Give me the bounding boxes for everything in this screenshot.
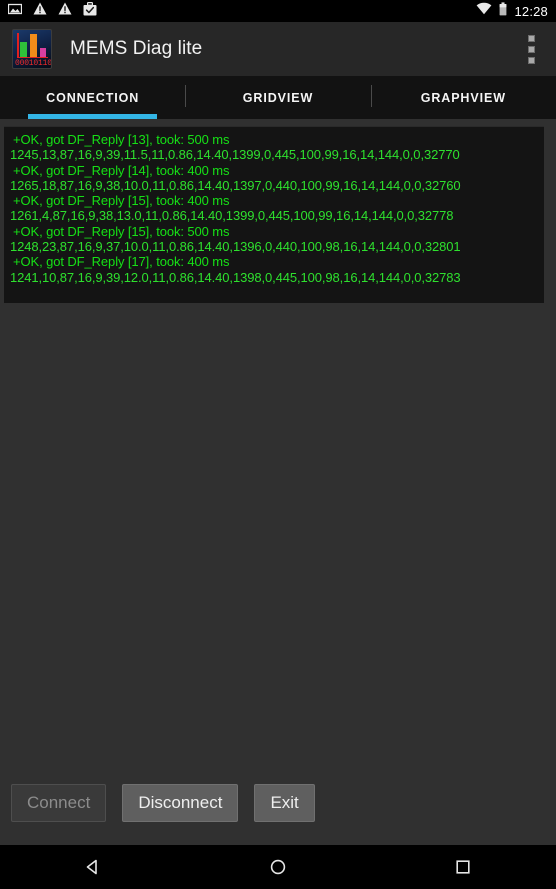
status-bar-left-icons (7, 1, 97, 21)
app-icon-bar-orange (30, 33, 37, 57)
status-bar-right-icons: 12:28 (476, 1, 548, 21)
log-line: +OK, got DF_Reply [15], took: 400 ms (13, 193, 230, 209)
overflow-dot (527, 34, 535, 42)
log-line: +OK, got DF_Reply [13], took: 500 ms (13, 132, 230, 147)
log-line: +OK, got DF_Reply [15], took: 500 ms (13, 223, 230, 239)
app-title: MEMS Diag lite (70, 38, 203, 59)
log-line: 1245,13,87,16,9,39,11.5,11,0.86,14.40,13… (10, 147, 460, 163)
log-line: +OK, got DF_Reply [17], took: 400 ms (13, 254, 230, 270)
tab-connection-label: CONNECTION (46, 90, 140, 105)
app-icon-binary-text: 00010110 (15, 59, 52, 68)
nav-back-icon[interactable] (0, 845, 185, 889)
log-line: 1265,18,87,16,9,38,10.0,11,0.86,14.40,13… (10, 177, 461, 193)
tab-bar: CONNECTION GRIDVIEW GRAPHVIEW (0, 76, 556, 119)
log-line: 1248,23,87,16,9,37,10.0,11,0.86,14.40,13… (10, 239, 461, 255)
exit-button[interactable]: Exit (254, 784, 315, 822)
app-icon-axis-x (17, 56, 48, 58)
app-icon-axis-y (17, 33, 19, 58)
work-profile-briefcase-icon (83, 1, 97, 21)
mems-diag-app-icon: 00010110 (12, 29, 52, 69)
log-output-panel[interactable]: +OK, got DF_Reply [13], took: 500 ms 124… (4, 126, 544, 303)
battery-icon (499, 1, 507, 21)
disconnect-button[interactable]: Disconnect (122, 784, 239, 822)
tab-gridview-label: GRIDVIEW (242, 90, 314, 105)
status-bar-clock: 12:28 (514, 3, 548, 19)
status-bar: 12:28 (0, 0, 556, 22)
log-line: +OK, got DF_Reply [14], took: 400 ms (13, 162, 230, 178)
log-line: 1241,10,87,16,9,39,12.0,11,0.86,14.40,13… (10, 269, 461, 285)
connection-tab-content: +OK, got DF_Reply [13], took: 500 ms 124… (0, 119, 556, 845)
screenshot-icon (7, 2, 23, 21)
action-button-row: Connect Disconnect Exit (0, 783, 556, 823)
tab-graphview[interactable]: GRAPHVIEW (370, 76, 556, 119)
overflow-dot (527, 56, 535, 64)
tab-gridview[interactable]: GRIDVIEW (185, 76, 370, 119)
warning-triangle-icon (58, 2, 72, 20)
overflow-menu-icon[interactable] (518, 29, 544, 69)
connect-button[interactable]: Connect (11, 784, 107, 822)
overflow-dot (527, 45, 535, 53)
app-icon-bar-green (20, 41, 27, 57)
nav-home-icon[interactable] (185, 845, 370, 889)
log-line: 1261,4,87,16,9,38,13.0,11,0.86,14.40,139… (10, 208, 454, 224)
wifi-icon (476, 2, 492, 20)
android-nav-bar (0, 845, 556, 889)
warning-triangle-icon (33, 2, 47, 20)
tab-graphview-label: GRAPHVIEW (420, 90, 506, 105)
nav-recents-icon[interactable] (371, 845, 556, 889)
tab-connection[interactable]: CONNECTION (0, 76, 185, 119)
app-bar: 00010110 MEMS Diag lite (0, 22, 556, 76)
app-icon-bar-magenta (40, 47, 46, 57)
